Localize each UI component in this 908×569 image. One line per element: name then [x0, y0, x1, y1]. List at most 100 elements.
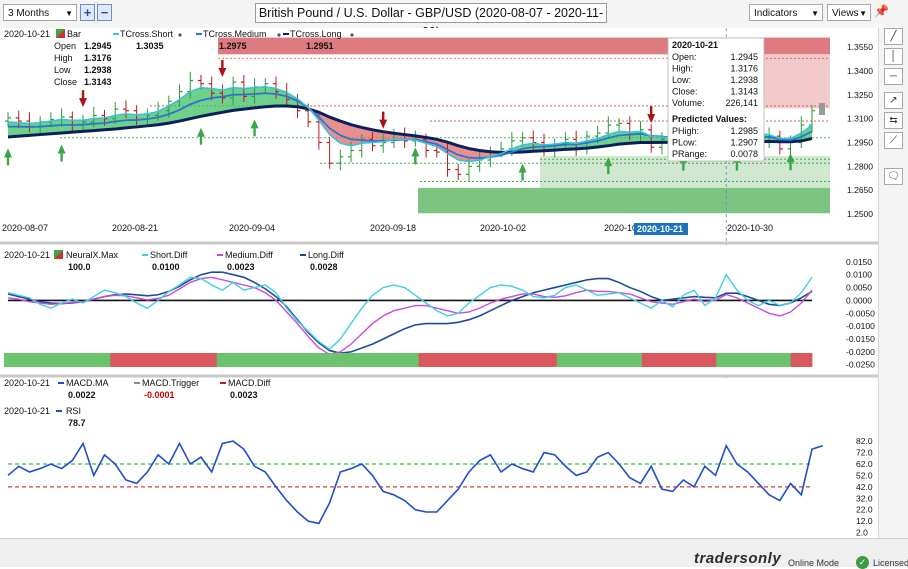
diff-legend-name: Medium.Diff	[225, 250, 273, 260]
neuralx-bar	[206, 353, 218, 367]
neuralx-bar	[684, 353, 696, 367]
neuralx-bar	[737, 353, 749, 367]
neuralx-bar	[418, 353, 430, 367]
indicators-label: Indicators	[754, 8, 798, 19]
diff-legend-name: NeuralX.Max	[66, 250, 119, 260]
neuralx-bar	[461, 353, 473, 367]
neuralx-bar	[46, 353, 58, 367]
chart-area[interactable]: 1.3550 1.3400 1.3250 1.3100 1.2950 1.2800 1.26…	[0, 28, 878, 538]
neuralx-bar	[259, 353, 271, 367]
neuralx-bar	[471, 353, 483, 367]
tradersonly-logo: tradersonly	[694, 550, 782, 567]
tooltip-value: 1.3143	[730, 87, 758, 97]
neuralx-bar	[131, 353, 143, 367]
diff-legend-name: Long.Diff	[308, 250, 344, 260]
neuralx-bar	[439, 353, 451, 367]
neuralx-bar	[567, 353, 579, 367]
neuralx-bar	[397, 353, 409, 367]
neuralx-bar	[25, 353, 37, 367]
status-bar: tradersonly Online Mode ✓ Licensed	[0, 538, 908, 569]
neuralx-bar	[67, 353, 79, 367]
rsi-y-tick: 42.0	[856, 482, 873, 492]
range-tool-icon[interactable]: ⇆	[884, 112, 903, 129]
views-menu[interactable]: Views ▼	[827, 4, 871, 21]
neuralx-bar	[695, 353, 707, 367]
price-legend-date: 2020-10-21	[4, 29, 50, 39]
neuralx-bar	[280, 353, 292, 367]
neuralx-bar	[620, 353, 632, 367]
tooltip-value: 1.2907	[730, 138, 758, 148]
rsi-legend-name: RSI	[66, 406, 81, 416]
rsi-legend-date: 2020-10-21	[4, 406, 50, 416]
period-select[interactable]: 3 Months ▼	[3, 4, 77, 21]
tcross-cloud-segment	[211, 88, 223, 115]
ohlc-label: Open	[54, 41, 76, 51]
cursor-date-label: 2020-10-21	[637, 224, 683, 234]
neuralx-bar	[578, 353, 590, 367]
neuralx-bar	[333, 353, 345, 367]
neuralx-bar	[556, 353, 568, 367]
rsi-y-tick: 62.0	[856, 459, 873, 469]
add-chart-button[interactable]: +	[80, 4, 95, 21]
price-legend-value: 1.2951	[306, 41, 334, 51]
trend-tool-icon[interactable]: ⟋	[884, 132, 903, 149]
rsi-y-tick: 52.0	[856, 470, 873, 480]
ohlc-label: Low	[54, 65, 71, 75]
price-x-tick: 2020-10-02	[480, 223, 526, 233]
tooltip-predicted-title: Predicted Values:	[672, 114, 747, 124]
neuralx-bar	[312, 353, 324, 367]
neuralx-bar	[588, 353, 600, 367]
ohlc-label: High	[54, 53, 73, 63]
macd-legend-name: MACD.Trigger	[142, 378, 199, 388]
price-x-tick: 2020-09-04	[229, 223, 275, 233]
neuralx-bar	[120, 353, 132, 367]
rsi-y-tick: 12.0	[856, 516, 873, 526]
diff-legend-value: 0.0028	[310, 262, 338, 272]
macd-legend-value: 0.0023	[230, 390, 258, 400]
macd-legend-value: 0.0022	[68, 390, 96, 400]
annotation-tool-icon[interactable]: 🗨	[884, 168, 903, 185]
arrow-tool-icon[interactable]: ↗	[884, 92, 903, 109]
neuralx-bar	[610, 353, 622, 367]
price-scroll-thumb	[819, 103, 825, 115]
neuralx-bar	[546, 353, 558, 367]
pin-icon[interactable]: 📌	[874, 4, 889, 18]
legend-dot	[277, 33, 281, 37]
vertical-line-tool-icon[interactable]: │	[884, 48, 903, 65]
diff-y-tick: 0.0150	[846, 257, 872, 267]
neuralx-bar	[322, 353, 334, 367]
tooltip-label: Low:	[672, 75, 691, 85]
tooltip-label: High:	[672, 64, 693, 74]
neuralx-bar	[790, 353, 802, 367]
price-y-tick: 1.2950	[847, 138, 873, 148]
neuralx-bar	[429, 353, 441, 367]
legend-dot	[178, 33, 182, 37]
neuralx-bar	[801, 353, 813, 367]
neuralx-bar	[184, 353, 196, 367]
tooltip-label: PLow:	[672, 138, 697, 148]
neuralx-bar	[599, 353, 611, 367]
horizontal-line-tool-icon[interactable]: ─	[884, 68, 903, 85]
macd-legend-date: 2020-10-21	[4, 378, 50, 388]
tcross-cloud-segment	[254, 86, 266, 108]
neuralx-bar	[673, 353, 685, 367]
drawing-tools: ╱ │ ─ ↗ ⇆ ⟋ 🗨	[878, 28, 908, 538]
neuralx-bar	[89, 353, 101, 367]
lower-panel-bg	[0, 378, 878, 538]
chart-title: British Pound / U.S. Dollar - GBP/USD (2…	[255, 3, 607, 39]
tooltip-label: Close:	[672, 87, 698, 97]
views-label: Views	[832, 8, 859, 19]
tooltip-label: PRange:	[672, 149, 707, 159]
neuralx-bar	[524, 353, 536, 367]
tooltip-label: Open:	[672, 52, 697, 62]
remove-chart-button[interactable]: −	[97, 4, 112, 21]
diff-y-tick: 0.0000	[846, 295, 872, 305]
indicators-menu[interactable]: Indicators ▼	[749, 4, 823, 21]
price-legend-name: TCross.Medium	[203, 29, 267, 39]
line-tool-icon[interactable]: ╱	[884, 28, 903, 45]
macd-legend-value: -0.0001	[144, 390, 175, 400]
tcross-cloud-segment	[8, 121, 19, 137]
price-x-tick: 2020-09-18	[370, 223, 416, 233]
price-y-tick: 1.3250	[847, 90, 873, 100]
diff-legend-name: Short.Diff	[150, 250, 188, 260]
